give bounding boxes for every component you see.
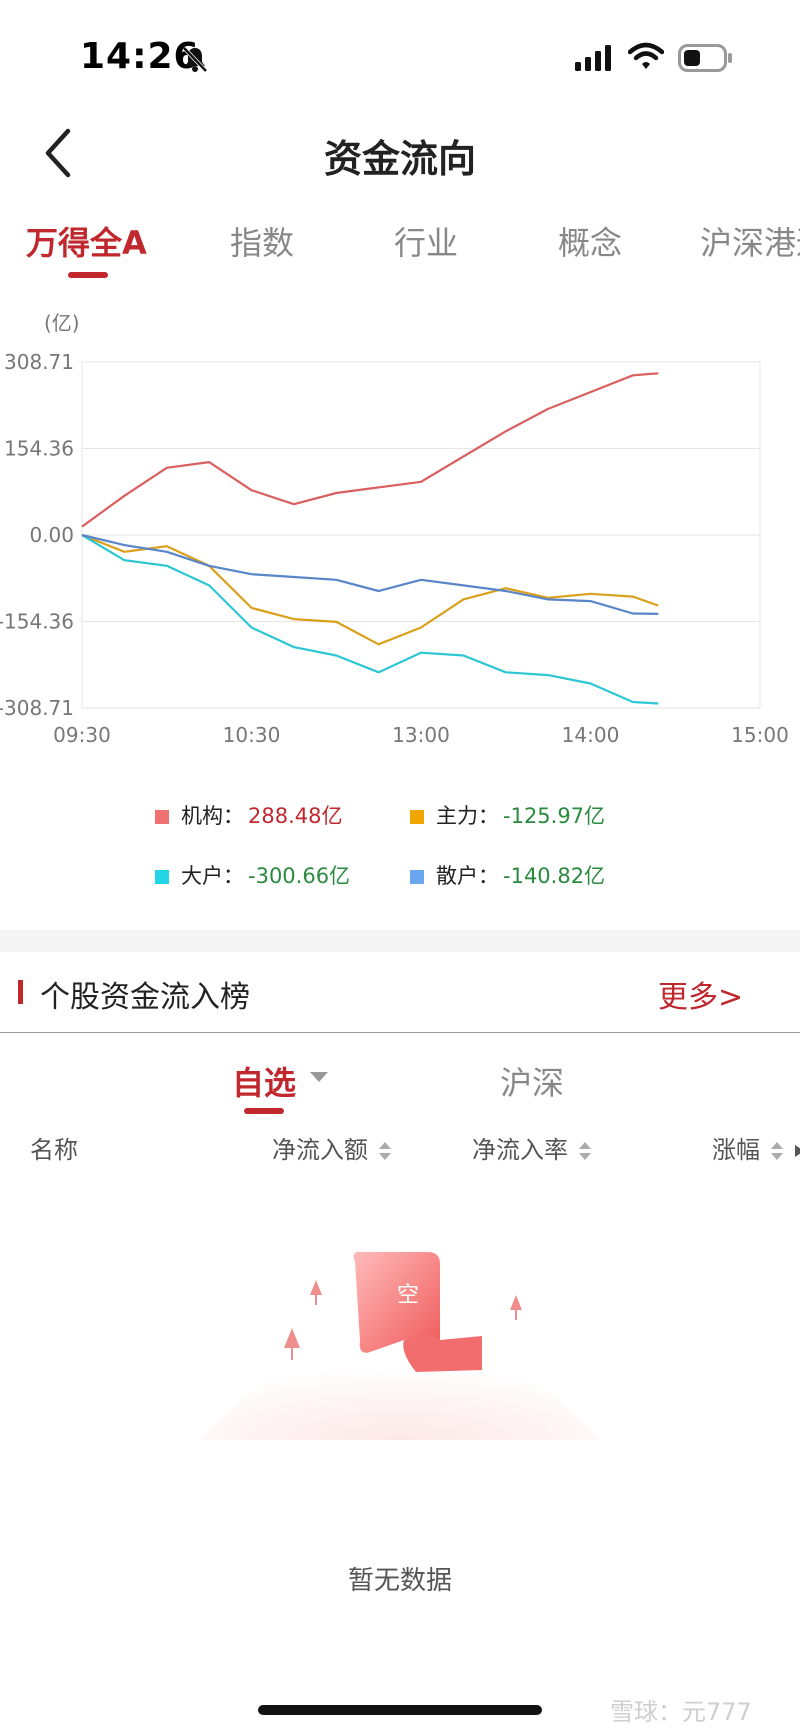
y-tick-label: -308.71 — [0, 696, 74, 720]
bell-mute-icon — [182, 46, 208, 73]
x-tick-label: 09:30 — [53, 723, 111, 747]
battery-icon — [678, 44, 732, 72]
column-name[interactable]: 名称 — [30, 1130, 78, 1165]
series-line-2 — [81, 534, 659, 705]
y-tick-label: 308.71 — [4, 350, 74, 374]
wifi-icon — [628, 42, 664, 69]
tab-industry[interactable]: 行业 — [394, 218, 458, 264]
section-divider — [0, 930, 800, 952]
dropdown-arrow-icon[interactable] — [310, 1072, 328, 1082]
x-tick-label: 13:00 — [392, 723, 450, 747]
scroll-right-icon[interactable] — [793, 1143, 800, 1159]
column-change[interactable]: 涨幅 — [712, 1130, 800, 1165]
x-axis-ticks: 09:30 10:30 13:00 14:00 15:00 — [53, 723, 789, 747]
home-indicator[interactable] — [258, 1705, 542, 1715]
sort-icon — [770, 1142, 783, 1160]
legend-swatch-large-holder — [155, 870, 169, 884]
tab-concept[interactable]: 概念 — [558, 218, 622, 264]
tab-hk-connect[interactable]: 沪深港通 — [700, 218, 800, 264]
legend-swatch-main-force — [410, 810, 424, 824]
empty-badge-text: 空 — [397, 1283, 419, 1308]
more-link[interactable]: 更多> — [658, 972, 743, 1016]
column-net-inflow[interactable]: 净流入额 — [272, 1130, 392, 1165]
chart-grid — [81, 361, 761, 709]
legend-value: -125.97亿 — [503, 804, 606, 828]
empty-state-illustration: 空 — [200, 1251, 600, 1440]
legend-swatch-institution — [155, 810, 169, 824]
column-net-inflow-rate[interactable]: 净流入率 — [472, 1130, 592, 1165]
legend-value: -140.82亿 — [503, 864, 606, 888]
fund-flow-chart: (亿) 308.71 154.36 0.00 -154.36 -308.71 09:30… — [0, 311, 789, 747]
page-title: 资金流向 — [323, 137, 476, 181]
legend-label: 主力： — [436, 804, 499, 828]
column-net-inflow-label: 净流入额 — [272, 1136, 368, 1164]
subtab-shanghai-shenzhen[interactable]: 沪深 — [500, 1058, 564, 1104]
section-title: 个股资金流入榜 — [40, 980, 250, 1015]
cellular-signal-icon — [575, 45, 611, 71]
sort-icon — [378, 1142, 391, 1160]
legend-value: 288.48亿 — [248, 804, 343, 828]
section-marker — [18, 980, 23, 1004]
column-change-label: 涨幅 — [712, 1136, 760, 1164]
chart-series — [81, 372, 659, 705]
x-tick-label: 10:30 — [223, 723, 281, 747]
column-name-label: 名称 — [30, 1136, 78, 1164]
tab-active-indicator — [68, 272, 108, 278]
column-net-inflow-rate-label: 净流入率 — [472, 1136, 568, 1164]
x-tick-label: 15:00 — [731, 723, 789, 747]
legend-retail: 散户： -140.82亿 — [410, 860, 605, 890]
tab-index[interactable]: 指数 — [230, 218, 294, 264]
chart-unit-label: (亿) — [44, 311, 80, 335]
legend-value: -300.66亿 — [248, 864, 351, 888]
sort-icon — [578, 1142, 591, 1160]
legend-institution: 机构： 288.48亿 — [155, 800, 342, 830]
subtab-watchlist[interactable]: 自选 — [232, 1058, 296, 1104]
legend-large-holder: 大户： -300.66亿 — [155, 860, 350, 890]
legend-label: 散户： — [436, 864, 499, 888]
tab-wind-all-a[interactable]: 万得全A — [26, 218, 147, 264]
section-rule — [0, 1032, 800, 1033]
y-tick-label: -154.36 — [0, 610, 74, 634]
subtab-active-indicator — [244, 1108, 284, 1114]
watermark: 雪球：元777 — [610, 1698, 752, 1726]
x-tick-label: 14:00 — [562, 723, 620, 747]
y-axis-ticks: 308.71 154.36 0.00 -154.36 -308.71 — [0, 350, 74, 720]
legend-swatch-retail — [410, 870, 424, 884]
series-line-0 — [81, 372, 659, 528]
legend-main-force: 主力： -125.97亿 — [410, 800, 605, 830]
legend-label: 大户： — [181, 864, 244, 888]
legend-label: 机构： — [181, 804, 244, 828]
y-tick-label: 0.00 — [29, 523, 74, 547]
y-tick-label: 154.36 — [4, 437, 74, 461]
empty-state-text: 暂无数据 — [347, 1566, 452, 1596]
